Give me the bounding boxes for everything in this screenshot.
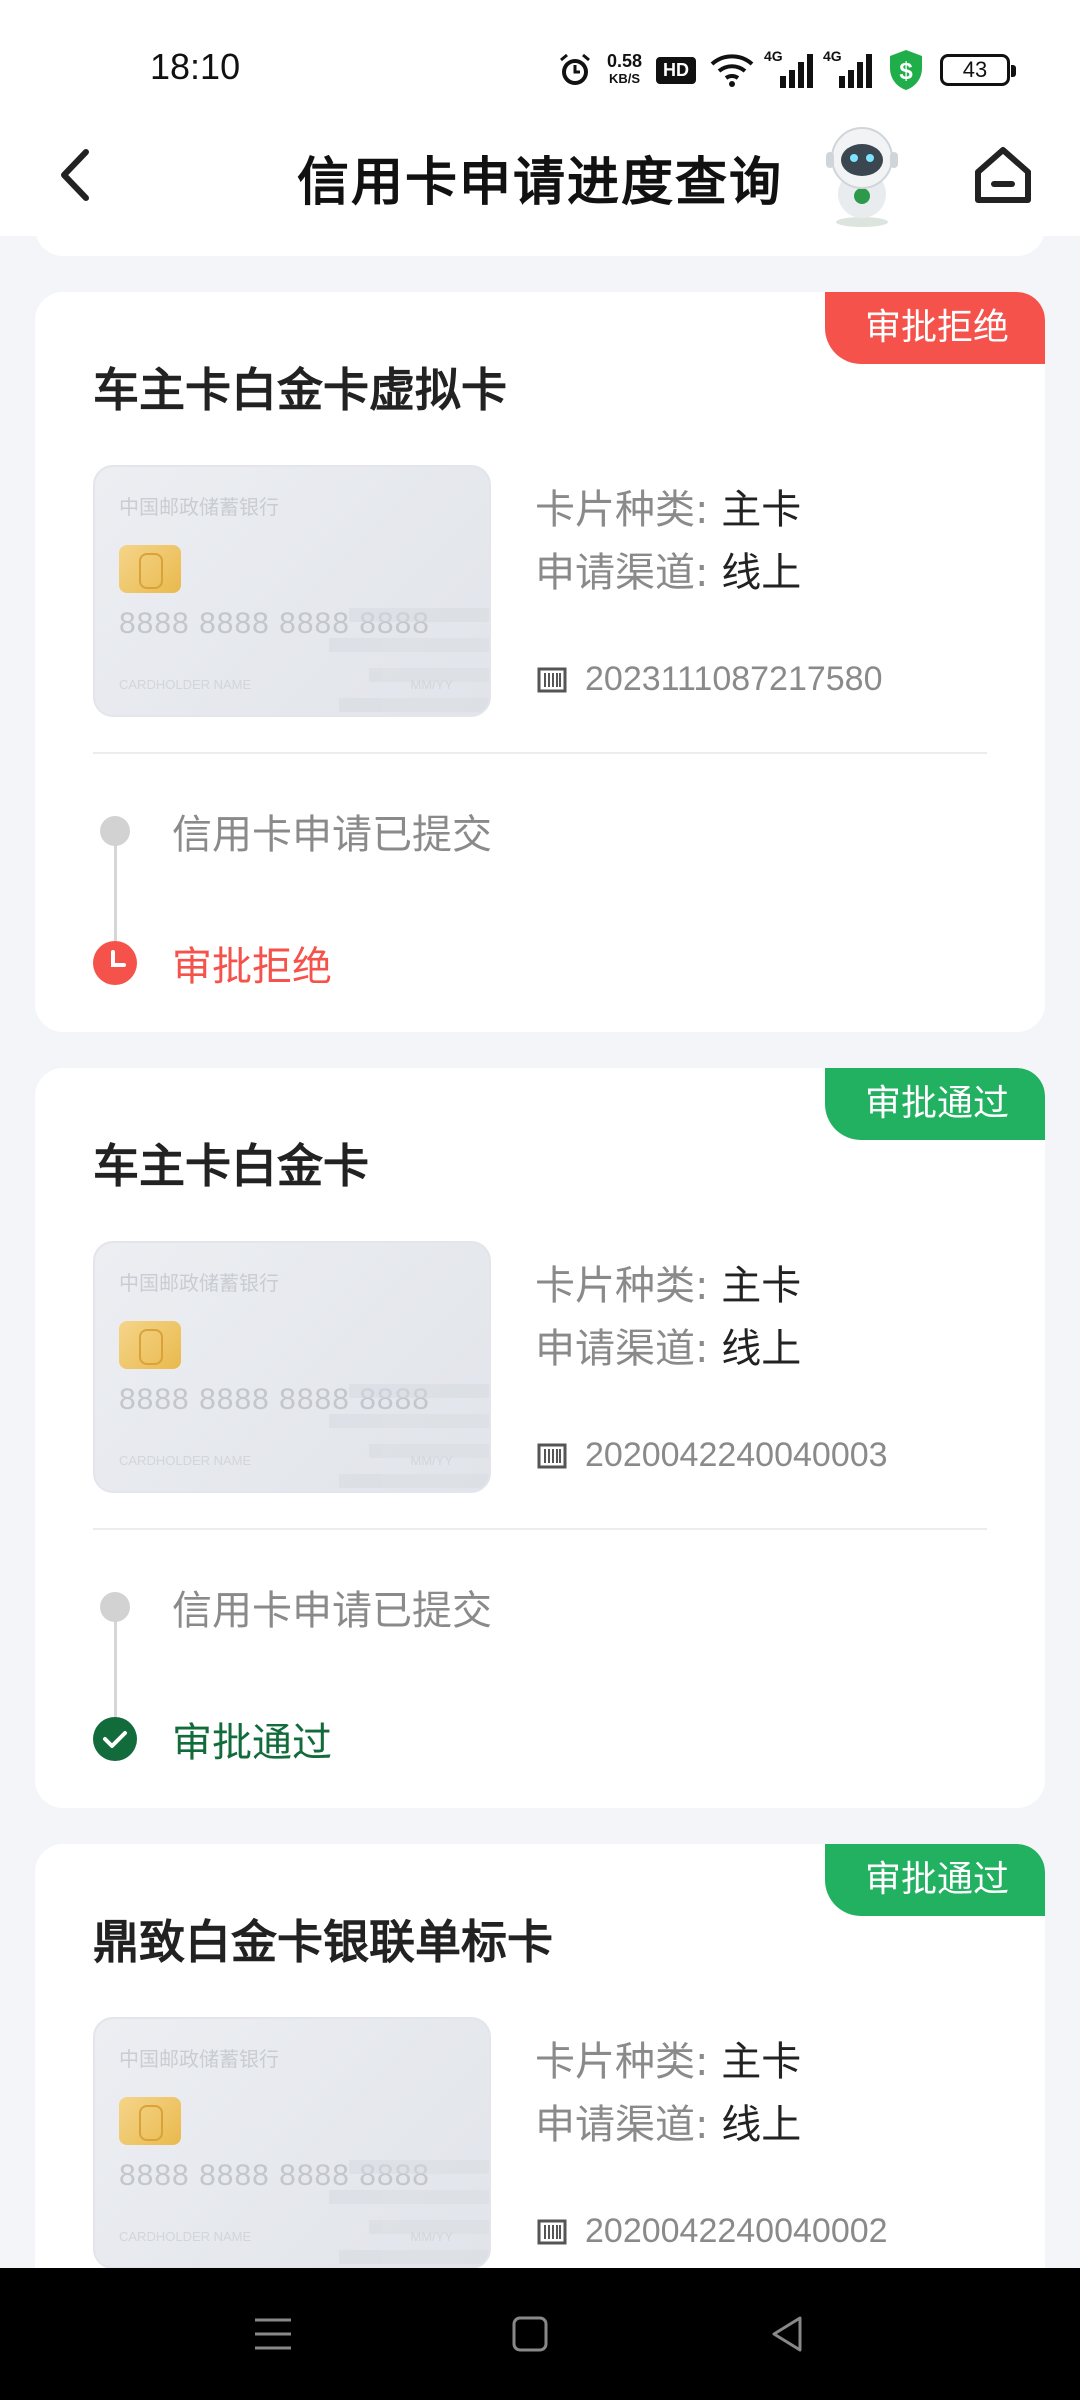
wifi-icon (710, 54, 754, 87)
signal-icon-2: 4G (823, 48, 872, 88)
security-shield-icon: $ (890, 50, 922, 90)
timeline-step-result: 审批通过 (93, 1710, 332, 1768)
signal-icon-1: 4G (764, 48, 813, 88)
clock-icon (93, 941, 137, 985)
menu-icon[interactable] (245, 2306, 301, 2362)
timeline-step-result: 审批拒绝 (93, 934, 332, 992)
divider (93, 752, 987, 754)
status-time: 18:10 (150, 46, 241, 87)
timeline-step-submitted: 信用卡申请已提交 (93, 802, 492, 860)
divider (93, 1528, 987, 1530)
card-title: 车主卡白金卡虚拟卡 (93, 363, 507, 417)
status-badge: 审批拒绝 (824, 292, 1045, 364)
header: 信用卡申请进度查询 (0, 118, 1080, 236)
channel-row: 申请渠道: 线上 (535, 2102, 802, 2148)
status-badge: 审批通过 (824, 1844, 1045, 1916)
timeline-dot (100, 816, 130, 846)
chip-icon (119, 1321, 181, 1369)
alarm-icon (559, 53, 590, 85)
serial-number: 2020042240040003 (537, 1436, 888, 1475)
card-image: 中国邮政储蓄银行 8888 8888 8888 8888 CARDHOLDER … (93, 2017, 491, 2268)
card-type-row: 卡片种类: 主卡 (535, 487, 802, 533)
back-triangle-icon[interactable] (760, 2306, 816, 2362)
status-badge: 审批通过 (824, 1068, 1045, 1140)
application-list[interactable]: 审批拒绝 车主卡白金卡虚拟卡 中国邮政储蓄银行 8888 8888 8888 8… (0, 236, 1080, 2268)
home-square-icon[interactable] (502, 2306, 558, 2362)
system-navigation-bar (0, 2268, 1080, 2400)
application-card[interactable]: 审批通过 车主卡白金卡 中国邮政储蓄银行 8888 8888 8888 8888… (35, 1068, 1045, 1808)
serial-number: 2023111087217580 (537, 660, 883, 699)
card-title: 鼎致白金卡银联单标卡 (93, 1915, 553, 1969)
page-title: 信用卡申请进度查询 (296, 153, 783, 213)
card-image: 中国邮政储蓄银行 8888 8888 8888 8888 CARDHOLDER … (93, 1241, 491, 1493)
battery-indicator: 43 (940, 54, 1016, 86)
home-icon[interactable] (970, 142, 1036, 208)
previous-card-edge (35, 236, 1045, 256)
check-circle-icon (93, 1717, 137, 1761)
barcode-icon (537, 1443, 567, 1468)
card-image: 中国邮政储蓄银行 8888 8888 8888 8888 CARDHOLDER … (93, 465, 491, 717)
timeline-step-submitted: 信用卡申请已提交 (93, 1578, 492, 1636)
timeline-dot (100, 1592, 130, 1622)
network-speed: 0.58 KB/S (606, 51, 642, 86)
svg-text:$: $ (899, 58, 913, 85)
barcode-icon (537, 667, 567, 692)
status-icons: 0.58 KB/S HD 4G 4G $ 43 (557, 48, 1016, 92)
card-type-row: 卡片种类: 主卡 (535, 2039, 802, 2085)
card-type-row: 卡片种类: 主卡 (535, 1263, 802, 1309)
hd-icon: HD (656, 56, 696, 84)
barcode-icon (537, 2219, 567, 2244)
chip-icon (119, 2097, 181, 2145)
application-card[interactable]: 审批拒绝 车主卡白金卡虚拟卡 中国邮政储蓄银行 8888 8888 8888 8… (35, 292, 1045, 1032)
assistant-robot-icon[interactable] (812, 122, 912, 230)
channel-row: 申请渠道: 线上 (535, 550, 802, 596)
status-bar: 18:10 0.58 KB/S HD 4G 4G $ 43 (0, 0, 1080, 118)
serial-number: 2020042240040002 (537, 2212, 888, 2251)
card-title: 车主卡白金卡 (93, 1139, 369, 1193)
application-card[interactable]: 审批通过 鼎致白金卡银联单标卡 中国邮政储蓄银行 8888 8888 8888 … (35, 1844, 1045, 2268)
channel-row: 申请渠道: 线上 (535, 1326, 802, 1372)
chip-icon (119, 545, 181, 593)
